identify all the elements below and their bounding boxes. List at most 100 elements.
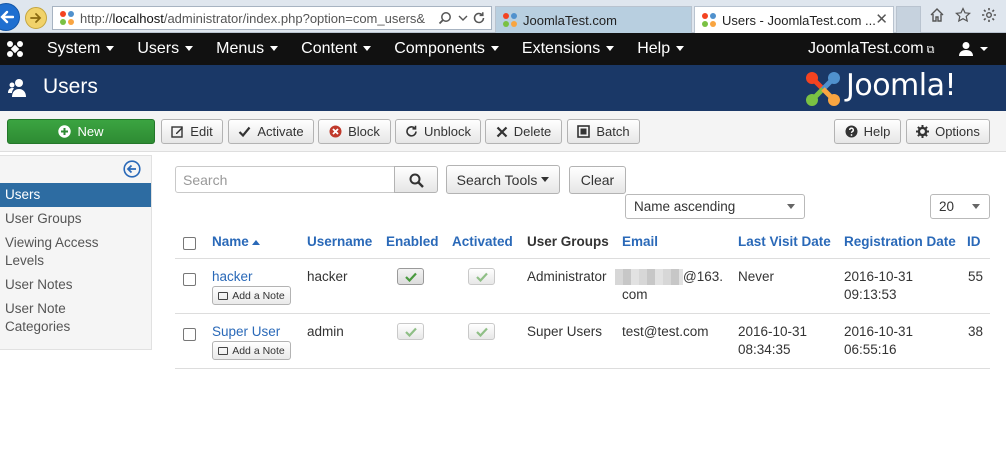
url-host: localhost: [112, 10, 164, 26]
dropdown-icon[interactable]: [455, 11, 471, 27]
column-header-username[interactable]: Username: [307, 234, 372, 249]
close-icon[interactable]: ✕: [875, 10, 888, 28]
search-tools-button[interactable]: Search Tools: [446, 165, 560, 194]
check-icon: [476, 327, 488, 337]
check-icon: [476, 272, 488, 282]
username-cell: admin: [307, 324, 344, 339]
external-link-icon: ⧉: [926, 44, 935, 56]
user-name-link[interactable]: hacker: [212, 268, 253, 286]
search-input[interactable]: [175, 166, 395, 193]
caret-down-icon: [185, 46, 194, 52]
unblock-button[interactable]: Unblock: [395, 119, 481, 144]
help-button[interactable]: Help: [834, 119, 901, 144]
activated-toggle[interactable]: [468, 268, 495, 285]
sidebar-item-user-notes[interactable]: User Notes: [0, 276, 151, 294]
menu-users[interactable]: Users: [125, 33, 204, 65]
email-cell-line2: com: [622, 287, 648, 302]
menu-extensions[interactable]: Extensions: [510, 33, 625, 65]
row-checkbox[interactable]: [183, 273, 196, 286]
add-note-button[interactable]: Add a Note: [212, 286, 291, 305]
address-bar[interactable]: http://localhost/administrator/index.php…: [52, 6, 492, 30]
row-checkbox[interactable]: [183, 328, 196, 341]
email-cell: test@test.com: [622, 324, 709, 339]
column-header-name[interactable]: Name: [212, 234, 260, 249]
caret-down-icon: [106, 46, 115, 52]
sidebar-item-user-note-categories-line2[interactable]: Categories: [0, 318, 151, 336]
clear-button[interactable]: Clear: [569, 166, 626, 194]
id-cell: 55: [968, 269, 984, 284]
check-icon: [405, 272, 417, 282]
menu-components[interactable]: Components: [382, 33, 510, 65]
column-header-email[interactable]: Email: [622, 234, 658, 249]
select-all-checkbox[interactable]: [183, 237, 196, 250]
page-header: Users Joomla!: [0, 65, 1006, 111]
menu-label: System: [47, 40, 101, 57]
refresh-icon[interactable]: [471, 11, 487, 27]
browser-tab-users[interactable]: Users - JoomlaTest.com ... ✕: [694, 6, 894, 33]
sidebar-item-users[interactable]: Users: [0, 183, 151, 207]
delete-label: Delete: [513, 124, 552, 139]
add-note-button[interactable]: Add a Note: [212, 341, 291, 360]
forward-button[interactable]: [25, 7, 47, 29]
gear-icon[interactable]: [980, 7, 998, 25]
column-header-registration[interactable]: Registration Date: [844, 234, 956, 249]
site-link[interactable]: JoomlaTest.com ⧉: [808, 33, 934, 66]
search-icon[interactable]: [437, 11, 453, 27]
edit-button[interactable]: Edit: [161, 119, 223, 144]
unblock-label: Unblock: [424, 124, 471, 139]
last-visit-time-cell: 08:34:35: [738, 342, 791, 357]
caret-down-icon: [363, 46, 372, 52]
limit-value: 20: [939, 199, 955, 214]
column-header-user-groups: User Groups: [527, 234, 609, 249]
menu-menus[interactable]: Menus: [204, 33, 289, 65]
browser-tab-joomlatest[interactable]: JoomlaTest.com: [495, 6, 692, 33]
search-button[interactable]: [394, 166, 438, 193]
back-button[interactable]: [0, 3, 20, 31]
user-name-link[interactable]: Super User: [212, 323, 280, 341]
caret-down-icon: [541, 177, 550, 182]
registration-date-cell: 2016-10-31: [844, 324, 914, 339]
sidebar-item-user-note-categories[interactable]: User Note: [0, 300, 151, 318]
sidebar-item-user-groups[interactable]: User Groups: [0, 210, 151, 228]
user-menu[interactable]: [958, 41, 988, 57]
joomla-logo-icon[interactable]: [6, 40, 24, 58]
batch-button[interactable]: Batch: [567, 119, 640, 144]
menu-content[interactable]: Content: [289, 33, 382, 65]
column-header-activated[interactable]: Activated: [452, 234, 513, 249]
column-header-last-visit[interactable]: Last Visit Date: [738, 234, 831, 249]
users-icon: [8, 79, 26, 97]
menu-help[interactable]: Help: [625, 33, 695, 65]
new-label: New: [77, 124, 104, 139]
enabled-toggle[interactable]: [397, 323, 424, 340]
admin-top-nav: System Users Menus Content Components Ex…: [0, 33, 1006, 65]
joomla-favicon-icon: [60, 11, 74, 25]
options-button[interactable]: Options: [906, 119, 990, 144]
list-limit-select[interactable]: 20: [930, 194, 990, 219]
new-tab-button[interactable]: [896, 6, 921, 33]
home-icon[interactable]: [928, 7, 946, 25]
collapse-sidebar-icon[interactable]: [123, 160, 141, 178]
activate-button[interactable]: Activate: [228, 119, 314, 144]
block-button[interactable]: Block: [318, 119, 391, 144]
star-icon[interactable]: [954, 7, 972, 25]
question-icon: [845, 125, 858, 138]
column-header-id[interactable]: ID: [967, 234, 981, 249]
menu-label: Content: [301, 40, 358, 57]
username-cell: hacker: [307, 269, 348, 284]
column-header-enabled[interactable]: Enabled: [386, 234, 439, 249]
sidebar-item-viewing-access-levels-line2[interactable]: Levels: [0, 252, 151, 270]
refresh-icon: [406, 125, 417, 137]
enabled-toggle[interactable]: [397, 268, 424, 285]
arrow-left-icon: [0, 10, 14, 24]
menu-system[interactable]: System: [35, 33, 125, 65]
new-button[interactable]: New: [7, 119, 155, 144]
last-visit-cell: Never: [738, 269, 775, 284]
user-groups-cell: Administrator: [527, 269, 607, 284]
sidebar-item-viewing-access-levels[interactable]: Viewing Access: [0, 234, 151, 252]
delete-button[interactable]: Delete: [485, 119, 562, 144]
joomla-brand-text: Joomla!: [846, 68, 957, 103]
last-visit-date-cell: 2016-10-31: [738, 324, 808, 339]
caret-down-icon: [270, 46, 279, 52]
activated-toggle[interactable]: [468, 323, 495, 340]
sort-select[interactable]: Name ascending: [625, 194, 805, 219]
